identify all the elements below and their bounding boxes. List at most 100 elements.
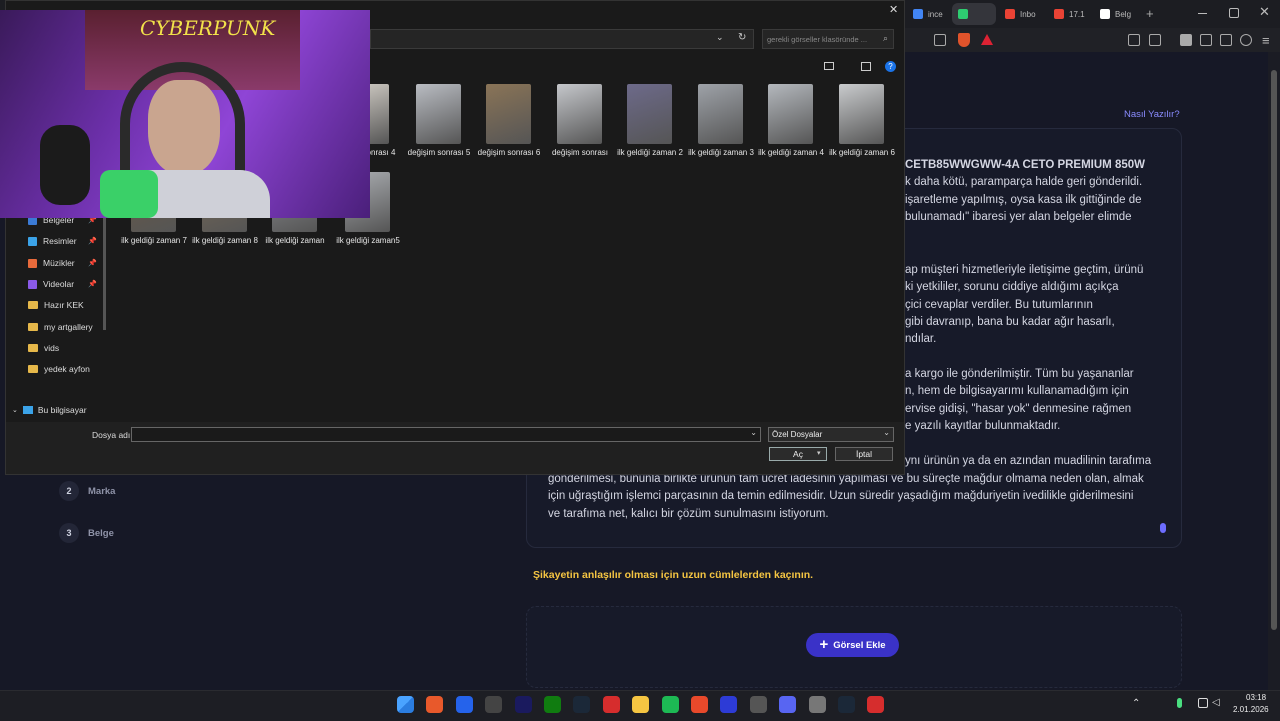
- discord-icon[interactable]: [779, 696, 797, 713]
- network-icon[interactable]: [1198, 698, 1208, 708]
- files-icon[interactable]: [632, 696, 650, 713]
- browser-tab[interactable]: Belg: [1094, 3, 1136, 25]
- file-name-label[interactable]: ilk geldiği zaman 6: [826, 148, 898, 158]
- extensions-icon[interactable]: [1128, 34, 1140, 46]
- browser-tab[interactable]: [952, 3, 996, 25]
- brave-shield-icon[interactable]: [958, 33, 970, 47]
- address-dropdown-icon[interactable]: ⌄: [716, 32, 724, 43]
- volume-icon[interactable]: ◁: [1212, 697, 1220, 708]
- premiere-icon[interactable]: [514, 696, 532, 713]
- browser-tab[interactable]: Inbo: [999, 3, 1041, 25]
- brave-rewards-icon[interactable]: [981, 34, 993, 45]
- file-thumbnail[interactable]: [416, 84, 461, 144]
- nav-item-label: Resimler: [43, 236, 77, 246]
- nav-item-label: Müzikler: [43, 258, 75, 268]
- complaint-text-line: ki yetkililer, sorunu ciddiye aldığımı a…: [905, 281, 1119, 293]
- tab-search-icon[interactable]: [1149, 34, 1161, 46]
- file-thumbnail[interactable]: [557, 84, 602, 144]
- file-thumbnail[interactable]: [486, 84, 531, 144]
- nav-item[interactable]: Hazır KEK: [28, 297, 84, 313]
- dialog-search-box[interactable]: gerekli görseller klasöründe ... ⌕: [762, 29, 894, 49]
- gear-icon[interactable]: [808, 696, 826, 713]
- file-thumbnail[interactable]: [768, 84, 813, 144]
- tab-favicon-icon: [1100, 9, 1110, 19]
- pin-icon: 📌: [88, 238, 97, 245]
- cancel-button[interactable]: İptal: [835, 447, 893, 461]
- vpn-icon[interactable]: [1240, 34, 1252, 46]
- file-name-label[interactable]: ilk geldiği zaman 4: [755, 148, 827, 158]
- nav-item[interactable]: Resimler 📌: [28, 233, 97, 249]
- browser-tab[interactable]: 17.1: [1048, 3, 1090, 25]
- browser-tab[interactable]: ince: [907, 3, 949, 25]
- tab-label: Belg: [1115, 9, 1132, 19]
- brave-icon[interactable]: [691, 696, 708, 713]
- sidebar-icon[interactable]: [1180, 34, 1192, 46]
- windows-icon[interactable]: [397, 696, 414, 713]
- this-pc-item[interactable]: ⌄ Bu bilgisayar: [12, 405, 87, 415]
- open-dropdown-icon[interactable]: ▾: [817, 449, 821, 457]
- spotify-icon[interactable]: [661, 696, 679, 713]
- minimize-button[interactable]: [1198, 13, 1207, 14]
- help-icon[interactable]: ?: [885, 61, 896, 72]
- page-scrollbar[interactable]: [1268, 52, 1280, 690]
- nav-item[interactable]: vids: [28, 340, 59, 356]
- step-number: 3: [59, 523, 79, 543]
- file-thumbnail[interactable]: [367, 84, 389, 144]
- red-app-icon[interactable]: [602, 696, 620, 713]
- close-window-button[interactable]: ✕: [1259, 4, 1270, 20]
- refresh-icon[interactable]: ↻: [738, 32, 746, 43]
- epic-icon[interactable]: [485, 696, 503, 713]
- file-type-select[interactable]: Özel Dosyalar ⌄: [768, 427, 894, 442]
- downloads-icon[interactable]: [1220, 34, 1232, 46]
- obs-icon[interactable]: [720, 696, 738, 713]
- file-thumbnail[interactable]: [698, 84, 743, 144]
- steam2-icon[interactable]: [838, 696, 855, 713]
- tray-arrow-icon[interactable]: ⌃: [1132, 698, 1140, 709]
- add-image-button[interactable]: + Görsel Ekle: [806, 633, 899, 657]
- nav-item[interactable]: Videolar 📌: [28, 276, 97, 292]
- dialog-close-button[interactable]: ✕: [889, 3, 898, 16]
- file-name-label[interactable]: değişim sonrası: [544, 148, 616, 158]
- xbox-icon[interactable]: [544, 696, 561, 713]
- browser-orange-icon[interactable]: [426, 696, 444, 713]
- nav-item[interactable]: yedek ayfon: [28, 361, 90, 377]
- file-name-label[interactable]: değişim sonrası 6: [473, 148, 545, 158]
- file-name-label[interactable]: ilk geldiği zaman 8: [189, 236, 261, 246]
- view-options-icon[interactable]: [824, 62, 834, 70]
- file-thumbnail[interactable]: [839, 84, 884, 144]
- nav-item[interactable]: Müzikler 📌: [28, 255, 97, 271]
- filename-input[interactable]: ⌄: [131, 427, 761, 442]
- complaint-text-line: ndılar.: [905, 333, 937, 345]
- mic-tray-icon[interactable]: [1177, 698, 1182, 708]
- file-name-label[interactable]: ilk geldiği zaman5: [332, 236, 404, 246]
- microphone-icon[interactable]: [1160, 523, 1166, 533]
- nav-item[interactable]: my artgallery: [28, 319, 93, 335]
- file-name-label[interactable]: değişim sonrası 5: [403, 148, 475, 158]
- steam-icon[interactable]: [573, 696, 591, 713]
- help-link[interactable]: Nasıl Yazılır?: [1124, 109, 1180, 120]
- share-icon[interactable]: [934, 34, 946, 46]
- clock-date[interactable]: 2.01.2026: [1233, 705, 1269, 714]
- file-name-label[interactable]: ilk geldiği zaman 2: [614, 148, 686, 158]
- acrobat-icon[interactable]: [867, 696, 885, 713]
- menu-icon[interactable]: ≡: [1262, 33, 1270, 48]
- complaint-text-line: ynı ürünün ya da en azından muadilinin t…: [905, 455, 1152, 467]
- step-label[interactable]: Belge: [88, 528, 114, 539]
- step-label[interactable]: Marka: [88, 486, 115, 497]
- complaint-text-line: e yazılı kayıtlar bulunmaktadır.: [905, 420, 1061, 432]
- pin-icon: 📌: [88, 281, 97, 288]
- file-thumbnail[interactable]: [627, 84, 672, 144]
- wallet-icon[interactable]: [1200, 34, 1212, 46]
- file-name-label[interactable]: ilk geldiği zaman 3: [685, 148, 757, 158]
- clock-time[interactable]: 03:18: [1246, 693, 1266, 702]
- maximize-button[interactable]: [1229, 8, 1239, 18]
- monitor-icon[interactable]: [455, 696, 473, 713]
- file-name-label[interactable]: ilk geldiği zaman: [259, 236, 331, 246]
- plus-icon: +: [819, 636, 829, 653]
- new-tab-button[interactable]: +: [1146, 6, 1154, 21]
- nav-scrollbar[interactable]: [103, 215, 106, 330]
- file-name-label[interactable]: ilk geldiği zaman 7: [118, 236, 190, 246]
- settings-icon[interactable]: [749, 696, 767, 713]
- preview-pane-icon[interactable]: [861, 62, 871, 71]
- address-bar[interactable]: [370, 29, 754, 49]
